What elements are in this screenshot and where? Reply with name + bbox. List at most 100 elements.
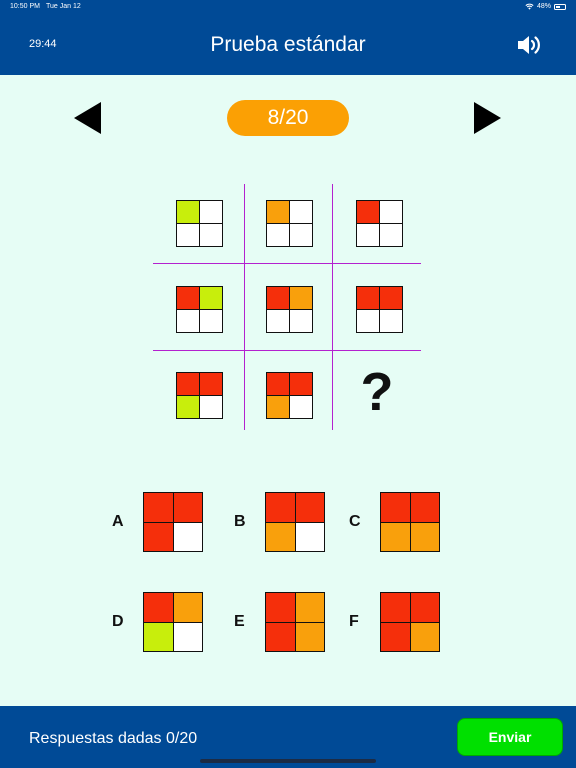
option-label-b: B [234, 513, 246, 530]
quadrant-top-right [410, 493, 439, 522]
puzzle-cell-1-1 [176, 200, 223, 247]
quadrant-top-left [267, 287, 290, 310]
grid-line-vertical-1 [244, 184, 245, 430]
quadrant-bottom-right [410, 622, 439, 651]
quadrant-top-left [381, 493, 410, 522]
grid-line-vertical-2 [332, 184, 333, 430]
quadrant-bottom-right [199, 309, 222, 332]
option-label-a: A [112, 513, 124, 530]
tile-divider-horizontal [357, 309, 402, 310]
quadrant-top-left [267, 373, 290, 396]
quadrant-top-left [266, 493, 295, 522]
quadrant-top-left [267, 201, 290, 224]
puzzle-cell-2-1 [176, 286, 223, 333]
quadrant-bottom-right [173, 522, 202, 551]
tile-divider-horizontal [267, 309, 312, 310]
quadrant-top-right [289, 373, 312, 396]
quadrant-bottom-left [381, 522, 410, 551]
tile-divider-horizontal [177, 223, 222, 224]
tile-divider-horizontal [266, 521, 324, 523]
quadrant-bottom-left [177, 395, 200, 418]
quadrant-bottom-left [267, 223, 290, 246]
quadrant-top-right [295, 593, 324, 622]
grid-line-horizontal-1 [153, 263, 421, 264]
quadrant-bottom-right [379, 309, 402, 332]
tile-divider-horizontal [177, 395, 222, 396]
quadrant-bottom-left [266, 522, 295, 551]
puzzle-cell-1-2 [266, 200, 313, 247]
quadrant-top-right [173, 493, 202, 522]
quadrant-top-right [199, 287, 222, 310]
quadrant-bottom-left [144, 522, 173, 551]
speaker-icon[interactable] [517, 33, 543, 57]
quadrant-bottom-right [379, 223, 402, 246]
quadrant-top-right [199, 201, 222, 224]
tile-divider-horizontal [381, 521, 439, 523]
quadrant-top-right [199, 373, 222, 396]
quadrant-top-left [177, 201, 200, 224]
wifi-icon [525, 3, 534, 10]
quadrant-bottom-left [267, 309, 290, 332]
quadrant-bottom-left [267, 395, 290, 418]
puzzle-cell-3-1 [176, 372, 223, 419]
quadrant-top-left [357, 287, 380, 310]
grid-line-horizontal-2 [153, 350, 421, 351]
quadrant-bottom-right [289, 309, 312, 332]
quadrant-bottom-left [177, 223, 200, 246]
quadrant-bottom-right [173, 622, 202, 651]
app-header: 29:44 Prueba estándar [0, 14, 576, 75]
answer-option-d[interactable] [143, 592, 203, 652]
puzzle-cell-1-3 [356, 200, 403, 247]
quadrant-top-right [410, 593, 439, 622]
answer-option-e[interactable] [265, 592, 325, 652]
tile-divider-horizontal [267, 223, 312, 224]
answer-option-f[interactable] [380, 592, 440, 652]
quadrant-top-right [289, 201, 312, 224]
status-date: Tue Jan 12 [46, 3, 81, 10]
quadrant-top-left [144, 593, 173, 622]
option-label-c: C [349, 513, 361, 530]
puzzle-cell-2-3 [356, 286, 403, 333]
answer-option-b[interactable] [265, 492, 325, 552]
battery-percent: 48% [536, 3, 551, 10]
quadrant-top-left [144, 493, 173, 522]
submit-button[interactable]: Enviar [457, 718, 563, 756]
puzzle-cell-2-2 [266, 286, 313, 333]
quadrant-bottom-right [289, 223, 312, 246]
quadrant-top-right [295, 493, 324, 522]
answered-count: Respuestas dadas 0/20 [29, 730, 198, 747]
quadrant-top-left [381, 593, 410, 622]
quadrant-bottom-right [289, 395, 312, 418]
answer-option-c[interactable] [380, 492, 440, 552]
question-counter: 8/20 [227, 100, 349, 136]
quadrant-bottom-left [144, 622, 173, 651]
previous-question-button[interactable] [74, 102, 102, 134]
tile-divider-horizontal [266, 621, 324, 623]
quadrant-top-right [379, 201, 402, 224]
quadrant-bottom-right [295, 522, 324, 551]
quadrant-top-left [357, 201, 380, 224]
quadrant-bottom-left [266, 622, 295, 651]
puzzle-cell-3-2 [266, 372, 313, 419]
quadrant-bottom-left [357, 309, 380, 332]
answer-option-a[interactable] [143, 492, 203, 552]
option-label-d: D [112, 613, 124, 630]
tile-divider-horizontal [144, 521, 202, 523]
quadrant-bottom-left [177, 309, 200, 332]
status-right: 48% [525, 3, 566, 10]
quadrant-top-left [266, 593, 295, 622]
tile-divider-horizontal [357, 223, 402, 224]
tile-divider-horizontal [177, 309, 222, 310]
next-question-button[interactable] [473, 102, 501, 134]
quadrant-bottom-right [199, 395, 222, 418]
quadrant-top-left [177, 287, 200, 310]
quadrant-top-left [177, 373, 200, 396]
page-title: Prueba estándar [210, 33, 366, 56]
quadrant-bottom-left [381, 622, 410, 651]
quadrant-bottom-right [295, 622, 324, 651]
quadrant-bottom-right [410, 522, 439, 551]
home-indicator [200, 759, 376, 763]
quadrant-top-right [289, 287, 312, 310]
quadrant-top-right [173, 593, 202, 622]
missing-piece-question-mark: ? [360, 362, 394, 422]
